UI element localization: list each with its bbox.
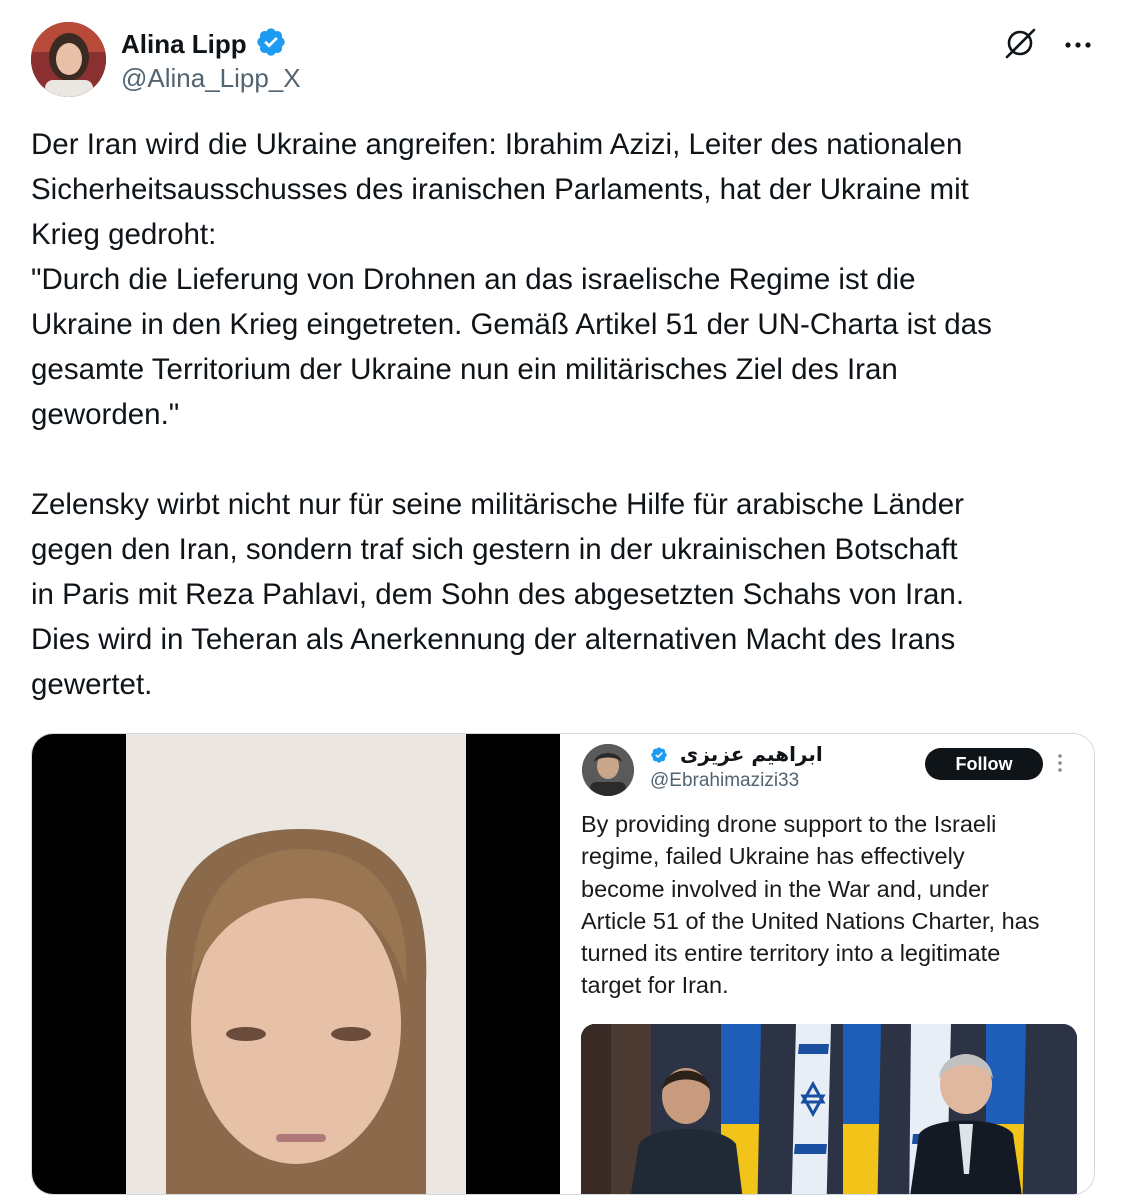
tweet-text: Der Iran wird die Ukraine angreifen: Ibr… bbox=[31, 128, 992, 701]
author-avatar[interactable] bbox=[31, 22, 106, 97]
embedded-display-name: ابراهیم عزیزی bbox=[680, 742, 823, 766]
author-display-name[interactable]: Alina Lipp bbox=[121, 29, 247, 60]
embedded-tweet-screenshot: ابراهیم عزیزی @Ebrahimazizi33 Follow By … bbox=[560, 734, 1094, 1194]
author-name-row: Alina Lipp bbox=[121, 26, 287, 63]
embedded-handle: @Ebrahimazizi33 bbox=[650, 770, 800, 791]
leaders-flags-image bbox=[581, 1024, 1077, 1194]
embedded-photo bbox=[581, 1024, 1077, 1194]
video-thumbnail[interactable] bbox=[32, 734, 560, 1194]
embedded-verified-badge-icon bbox=[650, 746, 668, 769]
embedded-more-vertical-icon bbox=[1057, 752, 1063, 779]
author-handle[interactable]: @Alina_Lipp_X bbox=[121, 63, 301, 94]
embedded-avatar bbox=[582, 744, 634, 796]
video-frame bbox=[126, 734, 466, 1194]
avatar-photo bbox=[31, 22, 106, 97]
grok-icon[interactable] bbox=[1003, 26, 1037, 65]
top-actions bbox=[1003, 26, 1093, 65]
embedded-tweet-text: By providing drone support to the Israel… bbox=[581, 811, 1040, 999]
verified-badge-icon bbox=[255, 26, 287, 63]
embedded-follow-button: Follow bbox=[925, 748, 1043, 780]
more-horizontal-icon[interactable] bbox=[1063, 37, 1093, 55]
tweet-media[interactable]: ابراهیم عزیزی @Ebrahimazizi33 Follow By … bbox=[31, 733, 1095, 1195]
video-person-image bbox=[126, 734, 466, 1194]
